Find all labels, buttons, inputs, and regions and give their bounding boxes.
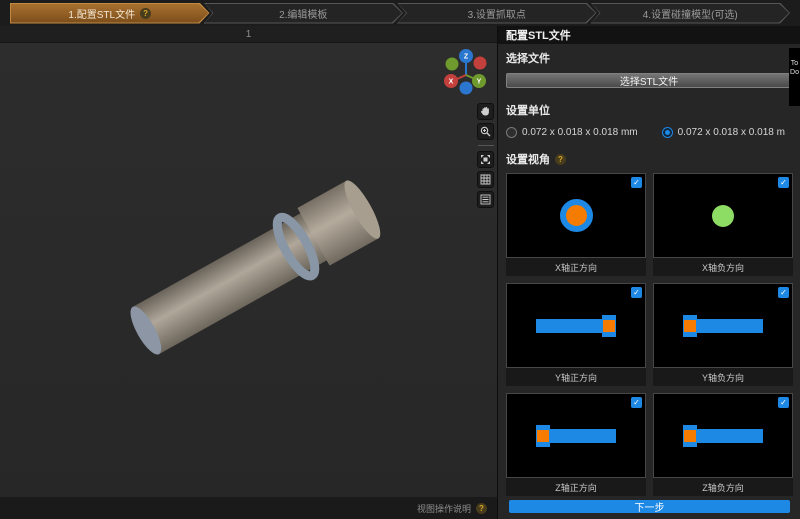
z-positive-shape <box>536 425 616 447</box>
step-set-pick-point[interactable]: 3.设置抓取点 <box>397 3 597 24</box>
list-icon[interactable] <box>477 191 494 208</box>
stl-model-cylinder <box>0 43 497 497</box>
checkbox-checked[interactable]: ✓ <box>631 397 642 408</box>
view-caption: Y轴正方向 <box>506 368 646 386</box>
checkbox-checked[interactable]: ✓ <box>631 177 642 188</box>
view-section-label: 设置视角 ? <box>506 151 792 167</box>
viewport-tab[interactable]: 1 <box>206 29 292 40</box>
viewport-toolbar <box>477 103 494 208</box>
view-card-y-negative[interactable]: ✓ Y轴负方向 <box>653 283 793 386</box>
radio-icon <box>662 127 673 138</box>
unit-section-label: 设置单位 <box>506 102 792 118</box>
config-panel: 配置STL文件 ToDo 选择文件 选择STL文件 设置单位 0.072 x 0… <box>497 26 800 519</box>
axis-y-label: Y <box>477 79 482 86</box>
unit-radio-group: 0.072 x 0.018 x 0.018 mm 0.072 x 0.018 x… <box>506 127 792 138</box>
axis-y-neg-ball <box>446 58 459 71</box>
checkbox-checked[interactable]: ✓ <box>778 177 789 188</box>
z-negative-shape <box>683 425 763 447</box>
viewport-3d-canvas[interactable]: Z X Y <box>0 43 497 497</box>
checkbox-checked[interactable]: ✓ <box>778 397 789 408</box>
step-label: 2.编辑模板 <box>279 6 327 21</box>
help-icon[interactable]: ? <box>476 503 487 514</box>
view-grid: ✓ X轴正方向 ✓ X轴负方向 ✓ <box>506 173 792 496</box>
unit-option-m[interactable]: 0.072 x 0.018 x 0.018 m <box>662 127 785 138</box>
checkbox-checked[interactable]: ✓ <box>778 287 789 298</box>
view-card-z-positive[interactable]: ✓ Z轴正方向 <box>506 393 646 496</box>
file-section-label: 选择文件 <box>506 50 792 66</box>
axis-x-neg-ball <box>474 57 487 70</box>
radio-label: 0.072 x 0.018 x 0.018 m <box>678 127 785 138</box>
axis-z-label: Z <box>464 54 469 61</box>
help-icon[interactable]: ? <box>555 154 566 165</box>
view-help-link[interactable]: 视图操作说明 <box>417 502 471 515</box>
help-icon[interactable]: ? <box>140 8 151 19</box>
step-label: 3.设置抓取点 <box>468 6 526 21</box>
step-label: 4.设置碰撞模型(可选) <box>643 6 738 21</box>
step-edit-template[interactable]: 2.编辑模板 <box>204 3 404 24</box>
viewport-panel: 1 <box>0 26 497 519</box>
grid-icon[interactable] <box>477 171 494 188</box>
pan-hand-icon[interactable] <box>477 103 494 120</box>
wizard-steps-bar: 1.配置STL文件 ? 2.编辑模板 3.设置抓取点 4.设置碰撞模型(可选) <box>0 0 800 26</box>
view-caption: Z轴正方向 <box>506 478 646 496</box>
step-set-collision-model[interactable]: 4.设置碰撞模型(可选) <box>591 3 791 24</box>
axis-x-label: X <box>449 79 454 86</box>
panel-title: 配置STL文件 <box>498 26 800 44</box>
checkbox-checked[interactable]: ✓ <box>631 287 642 298</box>
toolbar-divider <box>478 145 494 146</box>
fit-view-icon[interactable] <box>477 151 494 168</box>
view-caption: X轴负方向 <box>653 258 793 276</box>
next-step-button[interactable]: 下一步 <box>509 500 790 513</box>
step-configure-stl[interactable]: 1.配置STL文件 ? <box>10 3 210 24</box>
viewport-footer: 视图操作说明 ? <box>0 497 497 519</box>
radio-icon <box>506 127 517 138</box>
x-positive-shape <box>560 199 593 232</box>
view-caption: X轴正方向 <box>506 258 646 276</box>
y-negative-shape <box>683 315 763 337</box>
view-caption: Y轴负方向 <box>653 368 793 386</box>
y-positive-shape <box>536 315 616 337</box>
view-card-x-negative[interactable]: ✓ X轴负方向 <box>653 173 793 276</box>
view-section-text: 设置视角 <box>506 151 550 167</box>
unit-option-mm[interactable]: 0.072 x 0.018 x 0.018 mm <box>506 127 638 138</box>
zoom-in-icon[interactable] <box>477 123 494 140</box>
axis-z-neg-ball <box>460 82 473 95</box>
view-caption: Z轴负方向 <box>653 478 793 496</box>
view-card-z-negative[interactable]: ✓ Z轴负方向 <box>653 393 793 496</box>
axis-gizmo[interactable]: Z X Y <box>440 49 494 103</box>
x-negative-shape <box>712 205 734 227</box>
radio-label: 0.072 x 0.018 x 0.018 mm <box>522 127 638 138</box>
viewport-tabbar: 1 <box>0 26 497 43</box>
view-card-x-positive[interactable]: ✓ X轴正方向 <box>506 173 646 276</box>
step-label: 1.配置STL文件 <box>68 6 135 21</box>
view-card-y-positive[interactable]: ✓ Y轴正方向 <box>506 283 646 386</box>
select-stl-file-button[interactable]: 选择STL文件 <box>506 73 792 88</box>
todo-side-tab[interactable]: ToDo <box>789 48 800 106</box>
